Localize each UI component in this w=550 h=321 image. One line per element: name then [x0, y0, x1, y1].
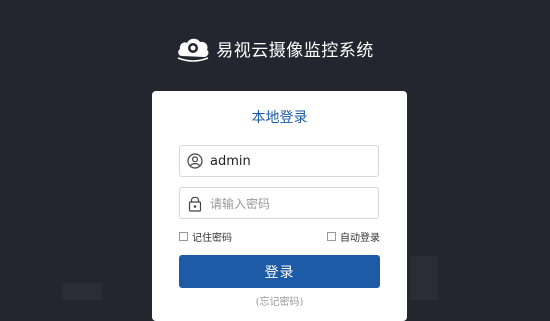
forgot-password-link[interactable]: (忘记密码): [152, 293, 407, 308]
cloud-camera-icon: [176, 34, 210, 62]
login-tab-title[interactable]: 本地登录: [152, 107, 407, 127]
login-button[interactable]: 登录: [179, 255, 380, 288]
remember-password-label: 记住密码: [192, 233, 232, 244]
user-icon: [180, 153, 210, 169]
remember-password-checkbox[interactable]: 记住密码: [179, 229, 232, 244]
auto-login-checkbox[interactable]: 自动登录: [327, 229, 380, 244]
username-value[interactable]: admin: [210, 154, 251, 169]
background-decoration-right: [410, 256, 438, 300]
app-header: 易视云摄像监控系统: [0, 30, 550, 66]
remember-password-box[interactable]: [179, 232, 188, 241]
auto-login-box[interactable]: [327, 232, 336, 241]
username-field[interactable]: admin: [179, 145, 379, 177]
app-title: 易视云摄像监控系统: [216, 40, 374, 61]
password-field[interactable]: 请输入密码: [179, 187, 379, 219]
password-placeholder[interactable]: 请输入密码: [210, 195, 270, 212]
login-card: 本地登录 admin 请输入密码 记住密码 自动登录 登录 (忘记密码): [152, 91, 407, 321]
lock-icon: [180, 195, 210, 212]
auto-login-label: 自动登录: [340, 233, 380, 244]
background-decoration-left: [62, 283, 102, 300]
